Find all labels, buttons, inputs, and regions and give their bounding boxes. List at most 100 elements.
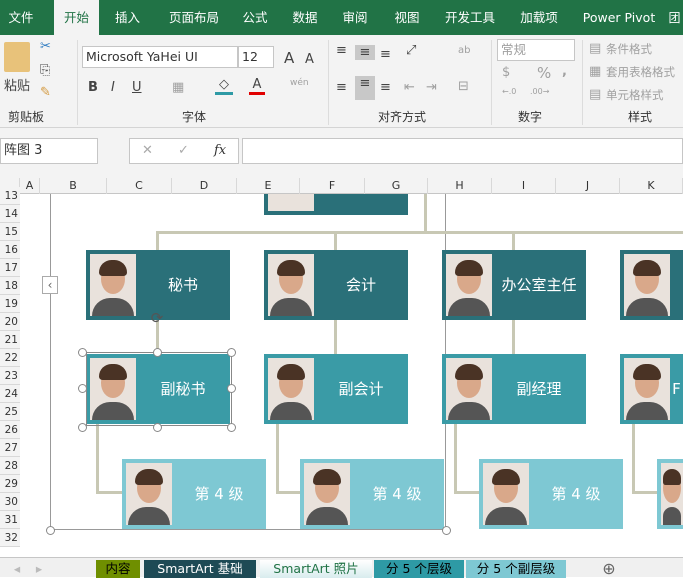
org-node-level3[interactable]: 副会计: [264, 354, 408, 424]
paste-button[interactable]: 粘贴: [4, 75, 30, 94]
resize-handle[interactable]: [78, 384, 87, 393]
col-header[interactable]: K: [620, 178, 683, 194]
row-header[interactable]: 13: [0, 187, 20, 205]
align-bottom-icon[interactable]: ≡: [380, 47, 391, 62]
col-header[interactable]: F: [300, 178, 365, 194]
col-header[interactable]: C: [107, 178, 172, 194]
resize-handle[interactable]: [227, 384, 236, 393]
col-header[interactable]: B: [40, 178, 107, 194]
table-format-icon[interactable]: ▦: [589, 64, 601, 79]
format-painter-icon[interactable]: ✎: [40, 85, 51, 100]
org-node-level2[interactable]: 办公室主任: [442, 250, 586, 320]
cancel-button[interactable]: ✕: [142, 139, 153, 163]
merge-icon[interactable]: ⊟: [458, 79, 469, 94]
number-format-select[interactable]: 常规: [497, 39, 575, 61]
formula-input[interactable]: [242, 138, 683, 164]
col-header[interactable]: A: [20, 178, 40, 194]
border-icon[interactable]: ▦: [172, 80, 184, 95]
tab-insert[interactable]: 插入: [105, 0, 150, 35]
paste-icon[interactable]: [4, 42, 30, 72]
cut-icon[interactable]: ✂: [40, 39, 51, 54]
row-header[interactable]: 29: [0, 475, 20, 493]
col-header[interactable]: E: [237, 178, 300, 194]
font-size-select[interactable]: 12: [238, 46, 274, 68]
scroll-left-icon[interactable]: ◂: [10, 560, 24, 578]
align-middle-icon[interactable]: ≡: [355, 45, 375, 60]
align-left-icon[interactable]: ≡: [336, 80, 347, 95]
resize-handle[interactable]: [442, 526, 451, 535]
sheet-tab-contents[interactable]: 内容: [96, 560, 140, 578]
wrap-text-icon[interactable]: ab: [458, 45, 470, 56]
row-header[interactable]: 24: [0, 385, 20, 403]
row-header[interactable]: 18: [0, 277, 20, 295]
row-header[interactable]: 26: [0, 421, 20, 439]
sheet-tab-smartart-basics[interactable]: SmartArt 基础: [144, 560, 256, 578]
row-header[interactable]: 30: [0, 493, 20, 511]
decrease-indent-icon[interactable]: ⇤: [404, 80, 415, 95]
row-header[interactable]: 19: [0, 295, 20, 313]
sheet-tab-5-sublevels[interactable]: 分 5 个副层级: [466, 560, 566, 578]
row-header[interactable]: 17: [0, 259, 20, 277]
org-node-level4[interactable]: 第 4 级: [479, 459, 623, 529]
italic-button[interactable]: I: [111, 80, 115, 95]
orientation-icon[interactable]: ⤢: [406, 43, 416, 58]
row-header[interactable]: 23: [0, 367, 20, 385]
cell-style-icon[interactable]: ▤: [589, 87, 601, 102]
resize-handle[interactable]: [78, 348, 87, 357]
org-node-level4[interactable]: 第 4 级: [300, 459, 444, 529]
phonetic-button[interactable]: wén: [290, 78, 309, 88]
bold-button[interactable]: B: [88, 80, 98, 95]
org-node-level4[interactable]: 第 4 级: [122, 459, 266, 529]
tab-page-layout[interactable]: 页面布局: [160, 0, 228, 35]
col-header[interactable]: I: [492, 178, 556, 194]
org-node-top[interactable]: [264, 194, 408, 215]
align-center-icon[interactable]: ≡: [355, 76, 375, 100]
col-header[interactable]: J: [556, 178, 620, 194]
shrink-font-icon[interactable]: A: [305, 52, 314, 67]
resize-handle[interactable]: [153, 348, 162, 357]
resize-handle[interactable]: [153, 423, 162, 432]
org-node-level2[interactable]: [620, 250, 683, 320]
tab-addins[interactable]: 加载项: [512, 0, 566, 35]
col-header[interactable]: H: [428, 178, 492, 194]
conditional-format-button[interactable]: 条件格式: [606, 41, 652, 57]
text-pane-toggle[interactable]: ‹: [42, 276, 58, 294]
org-node-level2[interactable]: 会计: [264, 250, 408, 320]
row-header[interactable]: 16: [0, 241, 20, 259]
row-header[interactable]: 22: [0, 349, 20, 367]
tab-file[interactable]: 文件: [0, 0, 42, 35]
align-top-icon[interactable]: ≡: [336, 43, 347, 58]
name-box[interactable]: 阵图 3: [0, 138, 98, 164]
sheet-tab-smartart-photos[interactable]: SmartArt 照片: [260, 560, 372, 578]
tab-review[interactable]: 审阅: [334, 0, 376, 35]
decrease-decimal-icon[interactable]: .00→: [530, 87, 549, 96]
row-header[interactable]: 25: [0, 403, 20, 421]
table-format-button[interactable]: 套用表格格式: [606, 64, 675, 80]
fill-color-icon[interactable]: ◇: [215, 77, 233, 95]
comma-button[interactable]: ,: [562, 64, 567, 79]
align-right-icon[interactable]: ≡: [380, 80, 391, 95]
row-header[interactable]: 15: [0, 223, 20, 241]
resize-handle[interactable]: [227, 348, 236, 357]
row-header[interactable]: 20: [0, 313, 20, 331]
tab-data[interactable]: 数据: [284, 0, 326, 35]
row-header[interactable]: 21: [0, 331, 20, 349]
scroll-right-icon[interactable]: ▸: [32, 560, 46, 578]
insert-function-button[interactable]: fx: [214, 139, 226, 163]
conditional-format-icon[interactable]: ▤: [589, 41, 601, 56]
rotate-handle-icon[interactable]: ⟳: [148, 309, 166, 327]
font-color-button[interactable]: A: [249, 77, 265, 95]
row-header[interactable]: 32: [0, 529, 20, 547]
resize-handle[interactable]: [46, 526, 55, 535]
tab-developer[interactable]: 开发工具: [440, 0, 500, 35]
sheet-tab-5-levels[interactable]: 分 5 个层级: [374, 560, 464, 578]
cell-style-button[interactable]: 单元格样式: [606, 87, 664, 103]
row-header[interactable]: 31: [0, 511, 20, 529]
increase-indent-icon[interactable]: ⇥: [426, 80, 437, 95]
tab-formulas[interactable]: 公式: [234, 0, 276, 35]
row-header[interactable]: 27: [0, 439, 20, 457]
tab-power-pivot[interactable]: Power Pivot: [576, 0, 662, 35]
tab-view[interactable]: 视图: [386, 0, 428, 35]
copy-icon[interactable]: ⎘: [40, 63, 50, 78]
row-header[interactable]: 14: [0, 205, 20, 223]
